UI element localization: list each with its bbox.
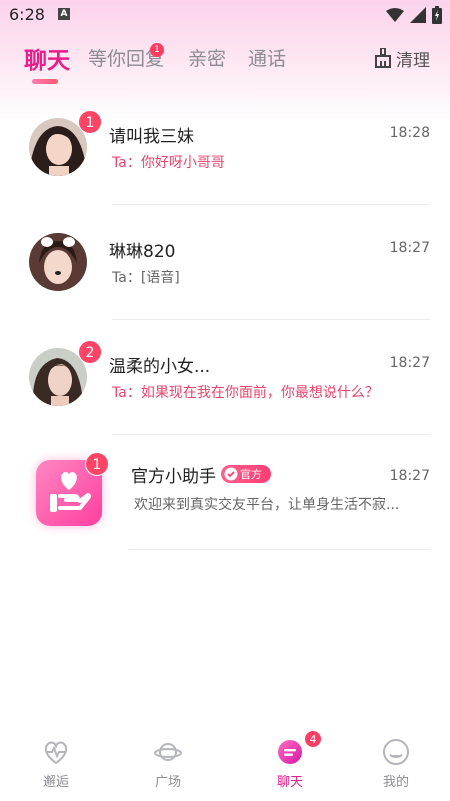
chat-item-wenrou[interactable]: 2 温柔的小女... 18:27 Ta：如果现在我在你面前，你最想说什么？ (0, 340, 450, 440)
wifi-icon (386, 8, 404, 22)
tab-waiting-reply-badge: 1 (150, 43, 164, 57)
nav-label: 广场 (154, 775, 181, 790)
chat-name: 温柔的小女... (109, 357, 211, 377)
unread-badge: 1 (78, 110, 102, 134)
heart-pulse-icon (44, 741, 68, 765)
clean-button[interactable]: 清理 (374, 46, 430, 71)
nav-item-plaza[interactable]: 广场 (112, 726, 224, 801)
notification-icon: A (58, 8, 70, 20)
chat-item-linlin[interactable]: 琳琳820 18:27 Ta：[语音] (0, 225, 450, 325)
chat-name: 请叫我三妹 (109, 127, 194, 147)
chat-preview: Ta：你好呀小哥哥 (112, 155, 225, 171)
clean-button-label: 清理 (396, 50, 430, 71)
chat-time: 18:27 (389, 468, 430, 484)
chat-preview: Ta：[语音] (112, 270, 180, 286)
bottom-nav: 邂逅 广场 聊天 我的 (0, 726, 450, 801)
divider (112, 204, 430, 205)
nav-label: 邂逅 (42, 775, 69, 790)
nav-chat-badge: 4 (304, 730, 322, 748)
chat-preview: 欢迎来到真实交友平台，让单身生活不寂... (134, 497, 400, 513)
official-tag-label: 官方 (240, 468, 262, 481)
unread-badge: 1 (85, 452, 109, 476)
divider (129, 549, 430, 550)
chat-name: 官方小助手 (131, 467, 216, 487)
status-bar: 6:28 A (0, 0, 450, 30)
nav-label: 聊天 (276, 775, 303, 790)
status-icons (386, 6, 442, 24)
signal-icon (410, 7, 426, 23)
divider (112, 319, 430, 320)
tab-calls[interactable]: 通话 (248, 44, 286, 71)
nav-item-encounter[interactable]: 邂逅 (0, 726, 112, 801)
verified-shield-icon (224, 467, 238, 481)
official-tag: 官方 (221, 465, 271, 483)
planet-icon (154, 743, 182, 761)
chat-name: 琳琳820 (109, 242, 176, 262)
chat-bubble-icon (278, 740, 302, 764)
profile-face-icon (383, 739, 409, 765)
tab-intimate[interactable]: 亲密 (188, 44, 226, 71)
nav-label: 我的 (382, 775, 409, 790)
status-time: 6:28 (9, 5, 45, 24)
tab-chat[interactable]: 聊天 (24, 41, 70, 75)
chat-time: 18:27 (389, 355, 430, 371)
chat-time: 18:28 (389, 125, 430, 141)
battery-icon (432, 6, 442, 24)
broom-icon (375, 48, 391, 68)
active-tab-indicator (32, 79, 58, 84)
chat-item-sanmei[interactable]: 1 请叫我三妹 18:28 Ta：你好呀小哥哥 (0, 110, 450, 210)
nav-item-profile[interactable]: 我的 (338, 726, 450, 801)
avatar[interactable] (29, 233, 87, 291)
chat-time: 18:27 (389, 240, 430, 256)
divider (112, 434, 430, 435)
nav-item-chat[interactable]: 聊天 (232, 726, 344, 801)
chat-preview: Ta：如果现在我在你面前，你最想说什么？ (112, 385, 379, 401)
unread-badge: 2 (78, 340, 102, 364)
